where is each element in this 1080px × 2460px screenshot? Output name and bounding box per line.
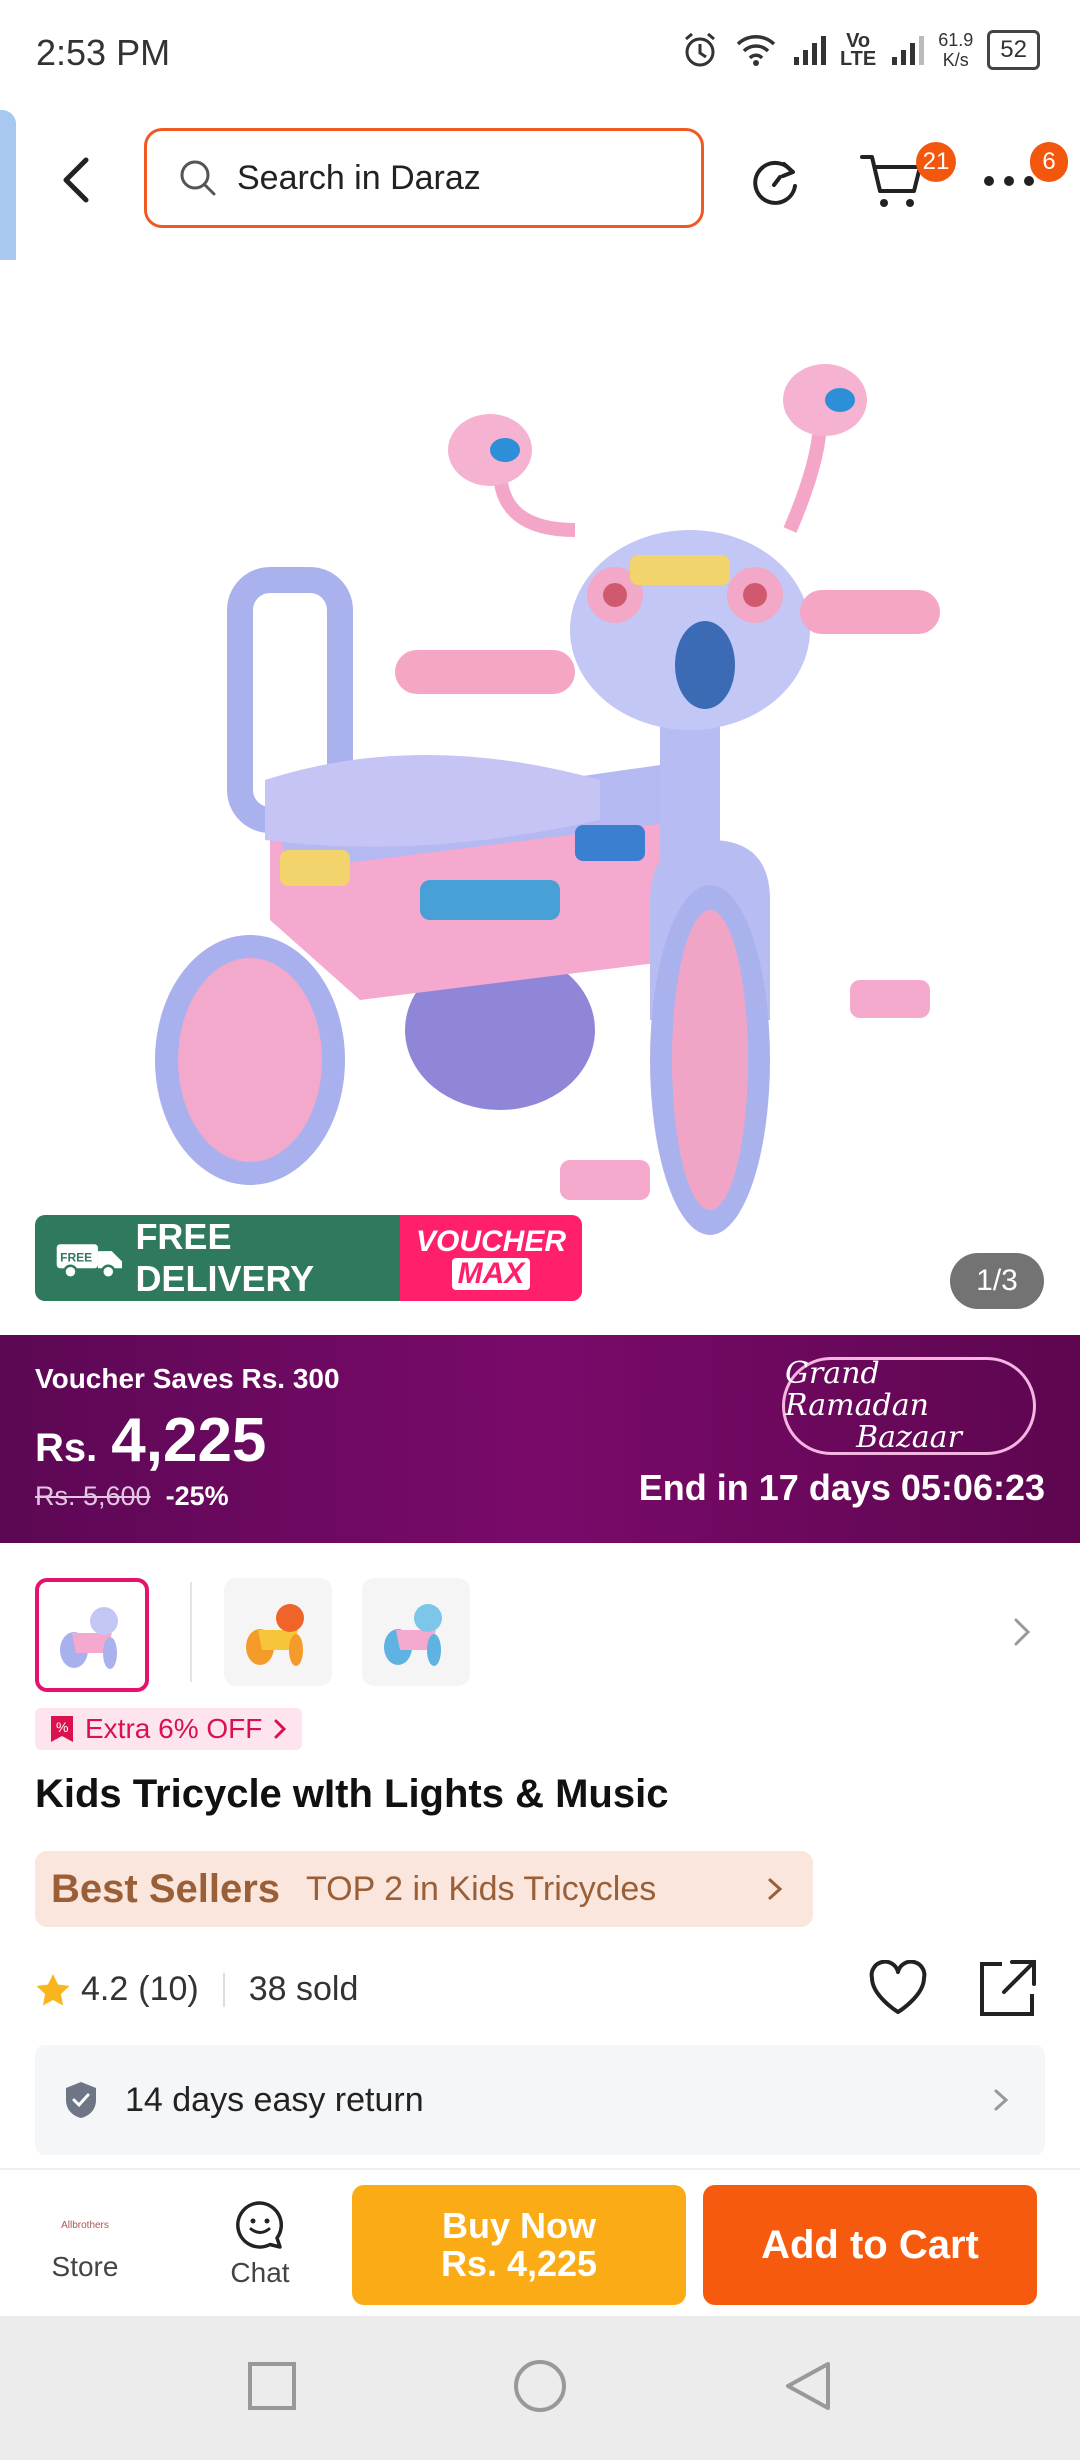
voucher-line1: VOUCHER <box>415 1225 566 1258</box>
variant-thumbnail-blue-pink[interactable] <box>362 1578 470 1686</box>
return-policy-row[interactable]: 14 days easy return <box>35 2045 1045 2155</box>
countdown-timer: End in 17 days 05:06:23 <box>638 1467 1045 1508</box>
back-button[interactable] <box>48 150 108 210</box>
extra-offer-text: Extra 6% OFF <box>85 1713 263 1744</box>
extra-offer-tag[interactable]: % Extra 6% OFF <box>35 1708 303 1750</box>
best-sellers-text: TOP 2 in Kids Tricycles <box>306 1869 657 1908</box>
variant-thumbnail-orange[interactable] <box>224 1578 332 1686</box>
image-counter: 1/3 <box>950 1253 1044 1309</box>
tricycle-thumb-icon <box>60 1607 118 1669</box>
wifi-icon <box>736 35 776 66</box>
share-button[interactable] <box>976 1958 1038 2025</box>
triangle-back-icon <box>786 2362 830 2410</box>
chevron-right-icon <box>1014 1618 1031 1646</box>
store-label: Store <box>51 2251 119 2282</box>
sold-count: 38 sold <box>248 1970 359 2008</box>
review-count: (10) <box>138 1970 199 2008</box>
rating-value: 4.2 <box>81 1970 129 2008</box>
net-speed: 61.9 K/s <box>938 30 974 70</box>
store-button[interactable]: Allbrothers Store <box>15 2170 155 2318</box>
add-to-cart-button[interactable]: Add to Cart <box>703 2185 1037 2305</box>
search-input[interactable]: Search in Daraz <box>144 128 704 228</box>
search-placeholder: Search in Daraz <box>237 158 481 197</box>
variant-thumbnail-purple[interactable] <box>35 1578 149 1692</box>
battery-indicator: 52 <box>987 30 1040 70</box>
status-time: 2:53 PM <box>36 32 171 73</box>
svg-text:%: % <box>56 1719 68 1735</box>
rating-divider <box>222 1972 225 2007</box>
delivery-text: FREE DELIVERY <box>135 1216 315 1299</box>
chat-button[interactable]: Chat <box>190 2170 330 2318</box>
home-button[interactable] <box>512 2358 568 2419</box>
recents-button[interactable] <box>246 2360 298 2417</box>
share-refresh-button[interactable] <box>744 148 810 214</box>
discount-percent: -25% <box>165 1481 229 1511</box>
share-icon <box>980 1960 1036 2016</box>
chevron-left-icon <box>63 157 89 203</box>
search-icon <box>180 160 216 196</box>
square-icon <box>248 2362 296 2410</box>
campaign-logo[interactable]: Grand Ramadan Bazaar <box>782 1357 1036 1455</box>
chat-icon <box>236 2201 283 2249</box>
thumbnail-divider <box>190 1582 192 1682</box>
chevron-right-icon <box>274 1719 287 1739</box>
circle-icon <box>514 2360 566 2412</box>
chat-label: Chat <box>230 2257 290 2288</box>
system-navigation-bar <box>0 2316 1080 2460</box>
free-tag: FREE <box>60 1250 92 1264</box>
rating-row[interactable]: 4.2 (10) 38 sold <box>35 1970 358 2009</box>
header: Search in Daraz 21 6 <box>0 110 1080 260</box>
store-logo: Allbrothers <box>61 2219 109 2231</box>
best-sellers-rank[interactable]: Best Sellers TOP 2 in Kids Tricycles <box>35 1851 813 1927</box>
status-icons: Vo LTE 61.9 K/s 52 <box>680 30 1040 70</box>
free-delivery-label: FREE FREE DELIVERY <box>35 1215 400 1301</box>
campaign-line1: Grand Ramadan <box>785 1356 929 1423</box>
signal-icon <box>793 36 826 65</box>
chevron-right-icon <box>768 1878 783 1900</box>
more-count-badge: 6 <box>1030 142 1068 182</box>
buy-now-price: Rs. 4,225 <box>440 2243 598 2284</box>
cart-count-badge: 21 <box>916 142 956 182</box>
current-price: Rs. 4,225 <box>35 1405 266 1476</box>
heart-icon <box>869 1959 927 2014</box>
best-sellers-label: Best Sellers <box>51 1866 281 1911</box>
truck-icon: FREE <box>56 1244 123 1280</box>
wishlist-button[interactable] <box>868 1959 928 2021</box>
thumbnails-more-button[interactable] <box>1010 1612 1034 1657</box>
voucher-saves: Voucher Saves Rs. 300 <box>35 1363 340 1394</box>
alarm-icon <box>684 32 715 67</box>
refresh-icon <box>753 160 797 205</box>
signal-icon-2 <box>892 36 925 65</box>
chevron-right-icon <box>994 2089 1009 2111</box>
more-dots-icon <box>984 176 1034 186</box>
voucher-max-badge: VOUCHER MAX <box>400 1215 582 1301</box>
price-banner: Voucher Saves Rs. 300 Rs. 4,225 Rs. 5,600… <box>0 1335 1080 1543</box>
campaign-line2: Bazaar <box>856 1420 962 1455</box>
system-back-button[interactable] <box>782 2358 834 2419</box>
volte-label: Vo LTE <box>839 30 877 70</box>
star-icon <box>36 1973 70 2005</box>
return-policy-text: 14 days easy return <box>125 2080 424 2119</box>
tricycle-thumb-icon <box>246 1604 304 1666</box>
status-bar: 2:53 PM Vo LTE 61.9 K/s 52 <box>0 0 1080 110</box>
old-price: Rs. 5,600 <box>35 1481 151 1511</box>
shield-check-icon <box>66 2082 96 2118</box>
buy-now-label: Buy Now <box>441 2205 596 2246</box>
coupon-icon: % <box>51 1716 73 1742</box>
product-title: Kids Tricycle wIth Lights & Music <box>35 1772 669 1816</box>
price-value: 4,225 <box>111 1406 267 1475</box>
product-image[interactable] <box>0 260 1080 1335</box>
old-price-row: Rs. 5,600 -25% <box>35 1481 229 1512</box>
tricycle-thumb-icon <box>384 1604 442 1666</box>
voucher-line2: MAX <box>451 1258 531 1290</box>
buy-now-button[interactable]: Buy Now Rs. 4,225 <box>352 2185 686 2305</box>
tricycle-image <box>155 364 940 1235</box>
free-delivery-banner: FREE FREE DELIVERY VOUCHER MAX <box>35 1215 582 1301</box>
bottom-action-bar: Allbrothers Store Chat Buy Now Rs. 4,225… <box>0 2168 1080 2318</box>
currency: Rs. <box>35 1426 98 1470</box>
